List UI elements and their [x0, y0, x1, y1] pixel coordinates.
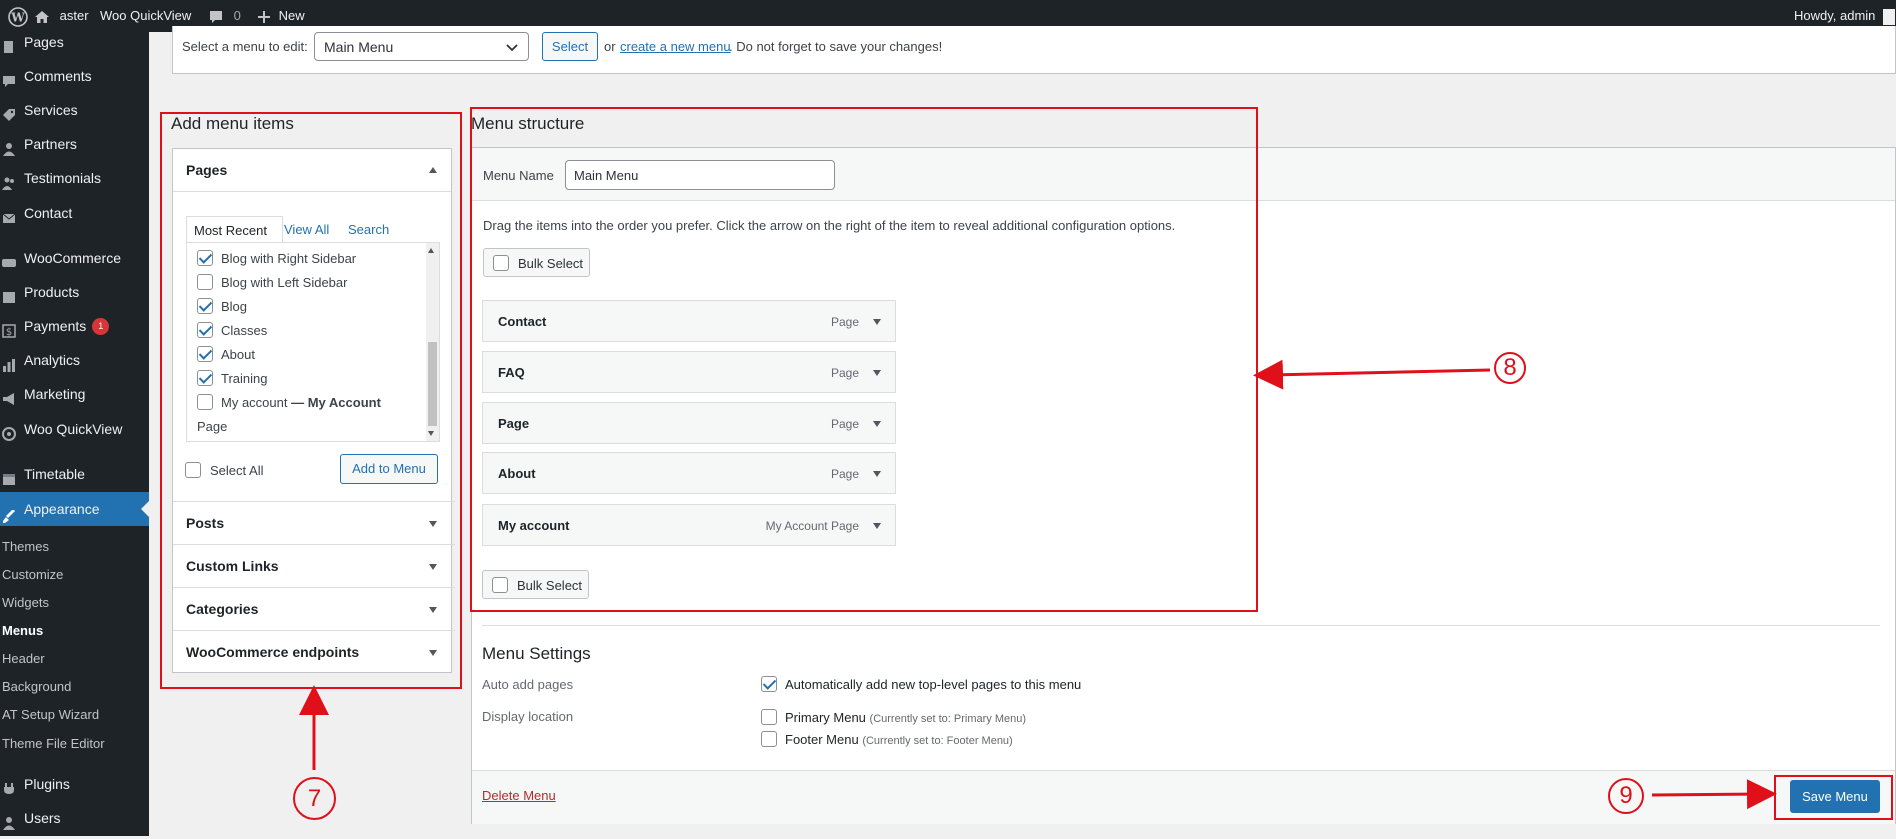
- annotation-number-7: 7: [293, 777, 336, 820]
- annotation-arrows: [299, 359, 1777, 810]
- arrow-9: [1651, 779, 1777, 810]
- arrow-8: [1253, 359, 1491, 390]
- annotation-number-8: 8: [1494, 352, 1526, 384]
- annotation-number-9: 9: [1608, 778, 1644, 814]
